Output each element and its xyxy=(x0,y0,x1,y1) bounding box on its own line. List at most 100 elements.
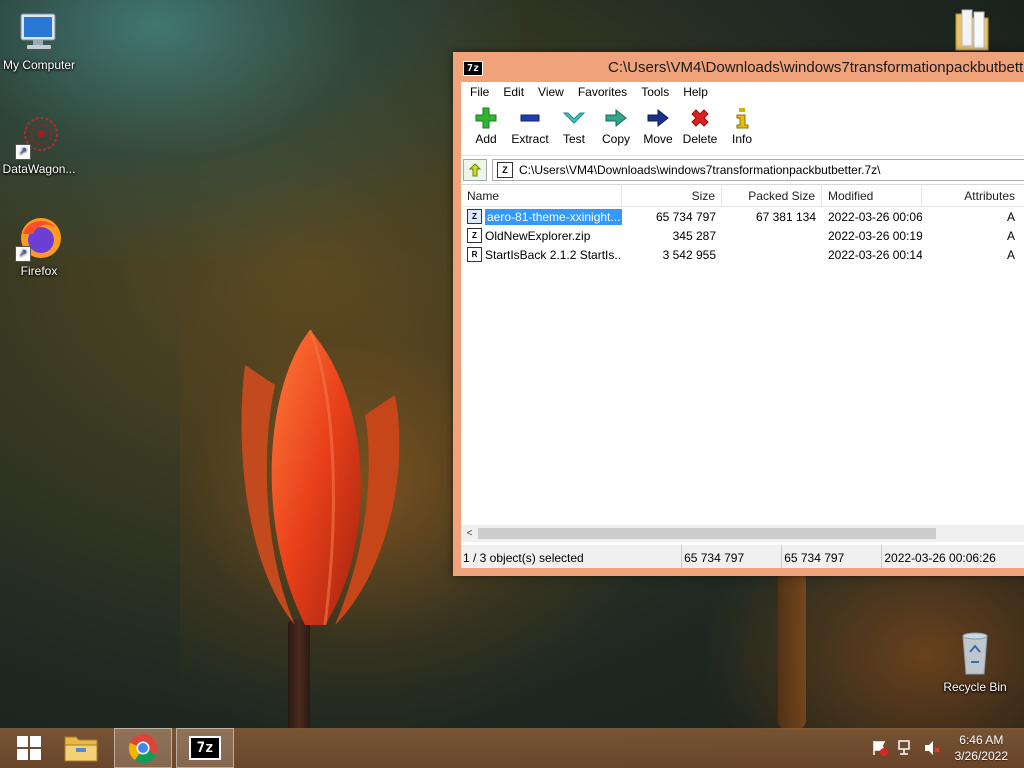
file-packed-size xyxy=(722,245,822,264)
tulip-stem xyxy=(288,620,310,730)
scrollbar-thumb[interactable] xyxy=(478,528,936,539)
start-button[interactable] xyxy=(0,728,58,768)
copy-button[interactable]: Copy xyxy=(595,103,637,155)
file-modified: 2022-03-26 00:14 xyxy=(828,248,922,262)
file-attributes: A xyxy=(1006,229,1015,243)
add-button[interactable]: Add xyxy=(465,103,507,155)
move-label: Move xyxy=(643,132,673,146)
test-button[interactable]: Test xyxy=(553,103,595,155)
status-bar: 1 / 3 object(s) selected 65 734 797 65 7… xyxy=(461,545,1024,568)
7zip-app-icon[interactable]: 7z xyxy=(463,61,483,76)
delete-button[interactable]: Delete xyxy=(679,103,721,155)
folder-up-button[interactable] xyxy=(463,159,487,181)
table-row[interactable]: R StartIsBack 2.1.2 StartIs... 3 542 955… xyxy=(461,245,1024,264)
file-explorer-icon xyxy=(64,736,98,762)
clock-time: 6:46 AM xyxy=(959,733,1004,747)
status-selection: 1 / 3 object(s) selected xyxy=(463,551,584,565)
volume-muted-icon[interactable] xyxy=(923,739,941,757)
menu-bar: File Edit View Favorites Tools Help xyxy=(461,82,1024,103)
status-packed-size: 65 734 797 xyxy=(781,545,881,568)
info-label: Info xyxy=(731,132,752,146)
table-row[interactable]: Z OldNewExplorer.zip 345 287 2022-03-26 … xyxy=(461,226,1024,245)
menu-file[interactable]: File xyxy=(463,82,496,103)
address-field[interactable]: Z C:\Users\VM4\Downloads\windows7transfo… xyxy=(492,159,1024,181)
shortcut-arrow-icon: ↗ xyxy=(15,246,31,262)
tulip-flower xyxy=(241,329,400,626)
shortcut-arrow-icon: ↗ xyxy=(15,144,31,160)
add-icon xyxy=(475,107,497,129)
status-modified: 2022-03-26 00:06:26 xyxy=(881,545,1024,568)
horizontal-scrollbar[interactable]: < xyxy=(461,525,1024,542)
zip-file-icon: Z xyxy=(467,228,482,243)
chrome-icon xyxy=(128,734,157,763)
extract-icon xyxy=(520,114,540,122)
status-size: 65 734 797 xyxy=(681,545,781,568)
taskbar-7zip[interactable]: 7z xyxy=(176,728,234,768)
file-size: 65 734 797 xyxy=(655,210,716,224)
desktop-icon-label: My Computer xyxy=(2,58,76,72)
7zip-icon: 7z xyxy=(189,736,221,760)
info-button[interactable]: Info xyxy=(721,103,763,155)
desktop-icon-label: DataWagon... xyxy=(2,162,76,176)
file-modified: 2022-03-26 00:06 xyxy=(828,210,922,224)
wallpaper-blurred-stem xyxy=(778,570,806,730)
delete-label: Delete xyxy=(682,132,718,146)
network-icon[interactable] xyxy=(897,739,915,757)
desktop-icon-recycle-bin[interactable]: Recycle Bin xyxy=(930,630,1020,694)
system-tray: 6:46 AM 3/26/2022 xyxy=(871,728,1024,768)
action-center-flag-icon[interactable] xyxy=(871,739,889,757)
column-header-size[interactable]: Size xyxy=(622,184,722,206)
extract-label: Extract xyxy=(511,132,549,146)
file-packed-size: 67 381 134 xyxy=(755,210,816,224)
start-icon xyxy=(17,736,41,760)
menu-help[interactable]: Help xyxy=(676,82,715,103)
desktop-icon-label: Firefox xyxy=(20,264,58,278)
toolbar: Add Extract Test Copy Move Delete Info xyxy=(461,103,1024,156)
desktop-icon-my-computer[interactable]: My Computer xyxy=(0,8,84,72)
menu-favorites[interactable]: Favorites xyxy=(571,82,634,103)
file-attributes: A xyxy=(1006,248,1015,262)
file-name: OldNewExplorer.zip xyxy=(485,228,591,243)
test-icon xyxy=(563,112,585,124)
copy-label: Copy xyxy=(601,132,630,146)
file-modified: 2022-03-26 00:19 xyxy=(828,229,922,243)
list-header: Name Size Packed Size Modified Attribute… xyxy=(461,184,1024,207)
file-name: aero-81-theme-xxinight... xyxy=(485,208,622,225)
taskbar-chrome[interactable] xyxy=(114,728,172,768)
window-titlebar[interactable]: 7z C:\Users\VM4\Downloads\windows7transf… xyxy=(453,52,1024,82)
rar-file-icon: R xyxy=(467,247,482,262)
clock[interactable]: 6:46 AM 3/26/2022 xyxy=(945,732,1024,764)
zip-file-icon: Z xyxy=(467,209,482,224)
column-header-modified[interactable]: Modified xyxy=(822,184,922,206)
file-packed-size xyxy=(722,226,822,245)
computer-icon xyxy=(15,8,63,56)
window-title: C:\Users\VM4\Downloads\windows7transform… xyxy=(608,59,1024,76)
delete-icon xyxy=(691,109,709,127)
column-header-name[interactable]: Name xyxy=(461,184,622,206)
column-header-attributes[interactable]: Attributes xyxy=(922,184,1021,206)
desktop-icon-firefox[interactable]: ↗ Firefox xyxy=(0,214,84,278)
file-size: 3 542 955 xyxy=(662,248,716,262)
add-label: Add xyxy=(475,132,497,146)
window-client: File Edit View Favorites Tools Help Add … xyxy=(461,82,1024,568)
file-size: 345 287 xyxy=(672,229,716,243)
copy-icon xyxy=(605,108,627,128)
folder-icon[interactable] xyxy=(954,8,990,52)
info-icon xyxy=(736,108,749,129)
desktop-icon-datawagon[interactable]: ↗ DataWagon... xyxy=(0,112,84,176)
taskbar-file-explorer[interactable] xyxy=(52,728,110,768)
taskbar: 7z 6:46 AM 3/26/2022 xyxy=(0,728,1024,768)
7zip-window[interactable]: 7z C:\Users\VM4\Downloads\windows7transf… xyxy=(453,52,1024,576)
menu-tools[interactable]: Tools xyxy=(634,82,676,103)
folder-up-icon xyxy=(468,163,482,177)
file-name: StartIsBack 2.1.2 StartIs... xyxy=(485,247,622,262)
menu-view[interactable]: View xyxy=(531,82,571,103)
column-header-packed-size[interactable]: Packed Size xyxy=(722,184,822,206)
move-icon xyxy=(647,108,669,128)
extract-button[interactable]: Extract xyxy=(507,103,553,155)
move-button[interactable]: Move xyxy=(637,103,679,155)
table-row[interactable]: Z aero-81-theme-xxinight... 65 734 797 6… xyxy=(461,207,1024,226)
scroll-left-icon[interactable]: < xyxy=(461,528,478,539)
menu-edit[interactable]: Edit xyxy=(496,82,531,103)
file-list[interactable]: Name Size Packed Size Modified Attribute… xyxy=(461,184,1024,524)
